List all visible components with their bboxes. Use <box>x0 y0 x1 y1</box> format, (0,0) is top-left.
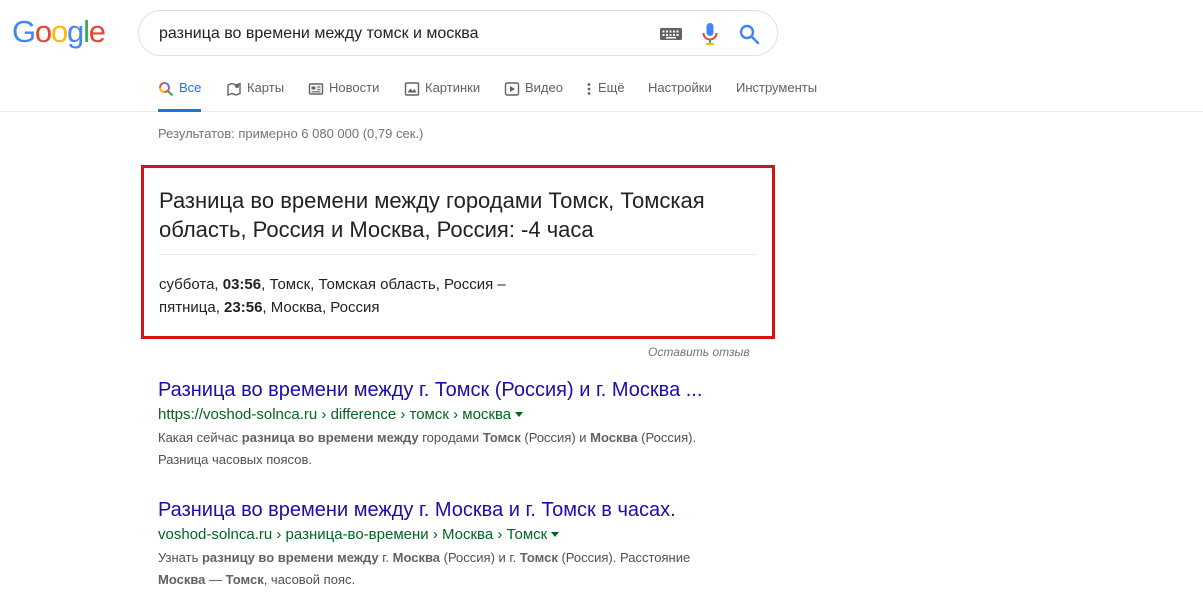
search-icon[interactable] <box>737 22 761 46</box>
snippet-text: Узнать <box>158 550 202 565</box>
result-url: https://voshod-solnca.ru › difference › … <box>158 403 778 427</box>
logo-letter: o <box>50 14 68 49</box>
result-url-text: https://voshod-solnca.ru › difference › … <box>158 406 512 423</box>
place-label: , Москва, Россия <box>262 299 380 316</box>
featured-answer-card: Разница во времени между городами Томск,… <box>141 165 775 339</box>
day-label: суббота, <box>159 276 223 293</box>
answer-title: Разница во времени между городами Томск,… <box>159 188 705 242</box>
logo-letter: e <box>88 14 106 49</box>
snippet-highlight: Москва <box>590 430 638 445</box>
snippet-text: Какая сейчас <box>158 430 242 445</box>
result-title-link[interactable]: Разница во времени между г. Москва и г. … <box>158 497 778 523</box>
tab-news[interactable]: Новости <box>308 80 379 112</box>
search-box <box>138 10 778 56</box>
tab-label: Инструменты <box>736 80 818 95</box>
search-input[interactable] <box>159 22 639 46</box>
tab-label: Видео <box>525 80 563 95</box>
tab-settings[interactable]: Настройки <box>648 80 712 112</box>
search-result: Разница во времени между г. Москва и г. … <box>158 497 778 591</box>
result-url: voshod-solnca.ru › разница-во-времени › … <box>158 523 778 547</box>
answer-line-tomsk: суббота, 03:56, Томск, Томская область, … <box>159 276 506 293</box>
search-result: Разница во времени между г. Томск (Росси… <box>158 377 778 471</box>
day-label: пятница, <box>159 299 225 316</box>
keyboard-icon[interactable] <box>659 25 683 43</box>
snippet-highlight: Москва <box>392 550 441 565</box>
image-icon <box>404 82 420 96</box>
result-stats: Результатов: примерно 6 080 000 (0,79 се… <box>158 126 424 141</box>
tab-images[interactable]: Картинки <box>404 80 480 112</box>
snippet-highlight: Томск <box>519 550 558 565</box>
tab-video[interactable]: Видео <box>504 80 563 112</box>
tab-label: Картинки <box>425 80 481 95</box>
map-icon <box>227 82 241 97</box>
snippet-text: (Россия). Расстояние <box>557 550 691 565</box>
snippet-text: (Россия) и <box>520 430 591 445</box>
result-snippet: Узнать разницу во времени между г. Москв… <box>158 547 778 591</box>
snippet-text: (Россия) и г. <box>440 550 520 565</box>
google-logo[interactable]: Google <box>12 14 106 49</box>
more-vert-icon <box>587 83 591 95</box>
feedback-link[interactable]: Оставить отзыв <box>648 345 750 359</box>
snippet-highlight: разница во времени между <box>241 430 419 445</box>
result-url-text: voshod-solnca.ru › разница-во-времени › … <box>158 526 548 543</box>
tab-label: Настройки <box>648 80 712 95</box>
answer-line-moscow: пятница, 23:56, Москва, Россия <box>159 299 380 316</box>
video-icon <box>504 82 520 96</box>
result-title-link[interactable]: Разница во времени между г. Томск (Росси… <box>158 377 778 403</box>
search-icon <box>159 82 174 97</box>
logo-letter: g <box>67 14 84 49</box>
time-value: 03:56 <box>222 276 262 293</box>
snippet-text: , часовой пояс. <box>263 572 356 587</box>
divider <box>159 254 757 255</box>
snippet-highlight: Томск <box>225 572 264 587</box>
snippet-text: — <box>205 572 226 587</box>
tab-maps[interactable]: Карты <box>226 80 284 112</box>
snippet-text: (Россия). <box>637 430 697 445</box>
tab-label: Новости <box>329 80 380 95</box>
logo-letter: o <box>34 14 52 49</box>
dropdown-arrow-icon[interactable] <box>551 532 560 537</box>
snippet-highlight: разницу во времени между <box>201 550 379 565</box>
snippet-text: Разница часовых поясов. <box>158 452 312 467</box>
search-tabs: Все Карты Новости Картинки Видео Ещё Нас… <box>0 72 1203 112</box>
snippet-highlight: Москва <box>158 572 206 587</box>
snippet-text: г. <box>378 550 393 565</box>
tab-label: Все <box>179 80 202 95</box>
tab-all[interactable]: Все <box>158 80 202 112</box>
tab-label: Ещё <box>598 80 625 95</box>
tab-label: Карты <box>247 80 285 95</box>
logo-letter: G <box>12 14 36 49</box>
snippet-highlight: Томск <box>482 430 521 445</box>
snippet-text: городами <box>418 430 483 445</box>
tab-tools[interactable]: Инструменты <box>736 80 817 112</box>
microphone-icon[interactable] <box>701 22 719 46</box>
news-icon <box>308 83 324 95</box>
result-snippet: Какая сейчас разница во времени между го… <box>158 427 778 471</box>
dropdown-arrow-icon[interactable] <box>515 412 524 417</box>
place-label: , Томск, Томская область, Россия – <box>261 276 506 293</box>
time-value: 23:56 <box>224 299 263 316</box>
tab-more[interactable]: Ещё <box>585 80 625 112</box>
